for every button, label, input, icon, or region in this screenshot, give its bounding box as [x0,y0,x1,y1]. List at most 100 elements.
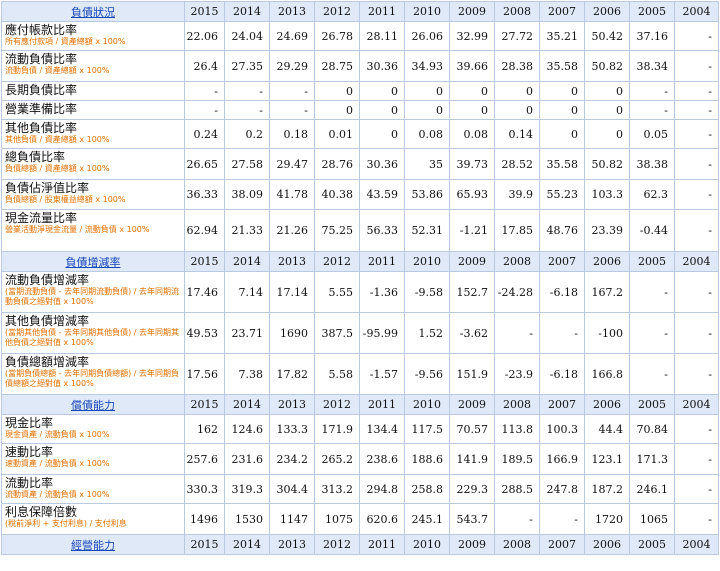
value-cell: 245.1 [404,503,450,535]
value-cell: 162 [184,414,225,444]
metric-formula: 所有應付款項 / 資產總額 x 100% [5,37,126,46]
value-cell: -0.44 [629,209,675,252]
value-cell: 41.78 [269,179,315,210]
table-row: 利息保障倍數 (稅前淨利 + 支付利息) / 支付利息 1496 1530 1147 10… [1,503,719,535]
table-row: 負債總額增減率 (當期負債總額 - 去年同期負債總額) / 去年同期負債總額之絕對… [1,353,719,395]
value-cell: 124.6 [224,414,270,444]
value-cell: 56.33 [359,209,405,252]
value-cell: - [674,209,719,252]
value-cell: -9.56 [404,353,450,395]
value-cell: - [224,81,270,101]
value-cell: 330.3 [184,474,225,504]
metric-formula: 負債總額 / 股東權益總額 x 100% [5,195,126,204]
table-row: 流動負債增減率 (當期流動負債 - 去年同期流動負債) / 去年同期流動負債之絕對… [1,271,719,313]
value-cell: 1720 [584,503,630,535]
year-header: 2005 [629,394,675,415]
value-cell: 620.6 [359,503,405,535]
value-cell: 288.5 [494,474,540,504]
year-header: 2008 [494,394,540,415]
value-cell: - [674,148,719,180]
metric-formula: 流動負債 / 資產總額 x 100% [5,66,110,75]
value-cell: 1147 [269,503,315,535]
year-header: 2010 [404,251,450,272]
value-cell: 0 [584,81,630,101]
section-title[interactable]: 償債能力 [1,394,185,415]
value-cell: 27.58 [224,148,270,180]
metric-cell: 營業準備比率 [1,100,185,120]
value-cell: - [629,81,675,101]
value-cell: 35.58 [539,50,585,82]
value-cell: - [674,503,719,535]
metric-label: 總負債比率 [5,150,66,164]
value-cell: 17.46 [184,271,225,313]
value-cell: 117.5 [404,414,450,444]
value-cell: - [674,119,719,149]
value-cell: - [674,21,719,51]
value-cell: - [674,50,719,82]
value-cell: 0.08 [404,119,450,149]
year-header: 2011 [359,251,405,272]
section-title[interactable]: 經營能力 [1,534,185,555]
value-cell: 49.53 [184,312,225,354]
metric-formula: (當期負債總額 - 去年同期負債總額) / 去年同期負債總額之絕對值 x 100… [5,369,179,388]
year-header: 2007 [539,1,585,22]
metric-cell: 流動比率 流動資產 / 流動負債 x 100% [1,474,185,504]
year-header: 2014 [224,394,270,415]
value-cell: 5.58 [314,353,360,395]
table-body: 負債狀況 2015 2014 2013 2012 2011 2010 2009 2008 2007… [1,1,719,555]
metric-label: 負債總額增減率 [5,355,90,369]
year-header: 2010 [404,394,450,415]
value-cell: 0.08 [449,119,495,149]
value-cell: - [629,271,675,313]
value-cell: 17.56 [184,353,225,395]
value-cell: 26.4 [184,50,225,82]
value-cell: 171.3 [629,443,675,475]
value-cell: 70.57 [449,414,495,444]
value-cell: 294.8 [359,474,405,504]
year-header: 2015 [184,534,225,555]
section-title[interactable]: 負債增減率 [1,251,185,272]
year-header: 2009 [449,251,495,272]
metric-formula: 營業活動淨現金流量 / 流動負債 x 100% [5,225,150,234]
value-cell: 27.35 [224,50,270,82]
value-cell: - [674,271,719,313]
value-cell: -6.18 [539,353,585,395]
value-cell: 0 [584,100,630,120]
value-cell: 50.42 [584,21,630,51]
value-cell: 166.8 [584,353,630,395]
value-cell: 113.8 [494,414,540,444]
value-cell: 23.71 [224,312,270,354]
year-header: 2015 [184,1,225,22]
value-cell: - [674,443,719,475]
value-cell: 7.14 [224,271,270,313]
year-header: 2009 [449,1,495,22]
year-header: 2013 [269,534,315,555]
value-cell: 0 [404,81,450,101]
table-row: 應付帳款比率 所有應付款項 / 資產總額 x 100% 22.06 24.04 24.6… [1,21,719,51]
metric-label: 現金流量比率 [5,211,78,225]
value-cell: - [674,414,719,444]
value-cell: 151.9 [449,353,495,395]
value-cell: 100.3 [539,414,585,444]
year-header: 2012 [314,251,360,272]
value-cell: -1.36 [359,271,405,313]
value-cell: 5.55 [314,271,360,313]
metric-label: 流動負債比率 [5,52,78,66]
value-cell: - [539,503,585,535]
value-cell: 189.5 [494,443,540,475]
metric-formula: 負債總額 / 資產總額 x 100% [5,164,110,173]
table-row: 流動比率 流動資產 / 流動負債 x 100% 330.3 319.3 304.4 313… [1,474,719,504]
year-header: 2011 [359,1,405,22]
metric-label: 負債佔淨值比率 [5,181,90,195]
metric-cell: 流動負債比率 流動負債 / 資產總額 x 100% [1,50,185,82]
value-cell: 0 [494,100,540,120]
year-header: 2009 [449,394,495,415]
value-cell: -9.58 [404,271,450,313]
section-title[interactable]: 負債狀況 [1,1,185,22]
value-cell: 43.59 [359,179,405,210]
value-cell: 39.66 [449,50,495,82]
value-cell: 1690 [269,312,315,354]
metric-label: 利息保障倍數 [5,505,78,519]
value-cell: 543.7 [449,503,495,535]
table-row: 總負債比率 負債總額 / 資產總額 x 100% 26.65 27.58 29.47 28… [1,148,719,180]
